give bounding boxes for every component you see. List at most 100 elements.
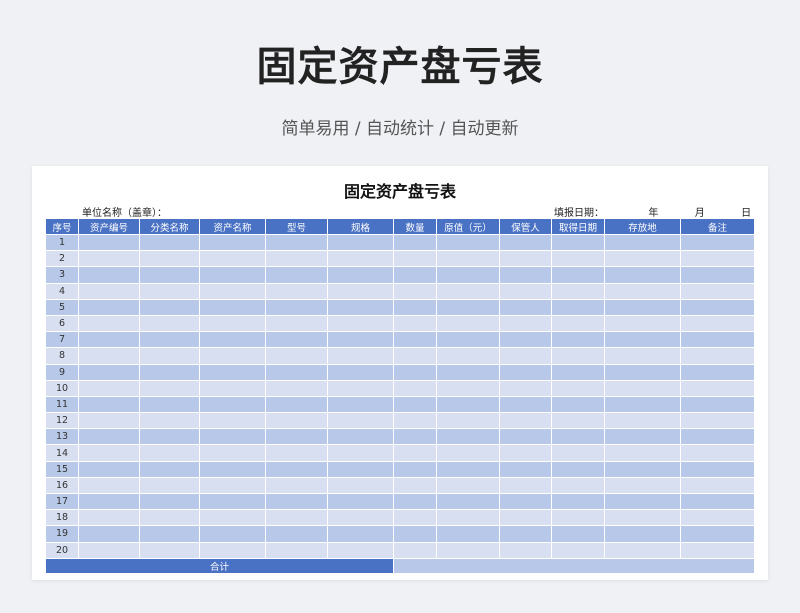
table-cell[interactable] (265, 282, 328, 300)
table-cell[interactable] (604, 395, 681, 414)
table-cell[interactable] (199, 379, 266, 397)
table-cell[interactable] (327, 266, 394, 284)
row-index-cell[interactable]: 17 (45, 492, 79, 511)
table-cell[interactable] (327, 509, 394, 527)
table-cell[interactable] (499, 541, 552, 559)
table-cell[interactable] (436, 428, 500, 446)
table-cell[interactable] (78, 525, 140, 543)
table-cell[interactable] (327, 541, 394, 559)
row-index-cell[interactable]: 18 (45, 509, 79, 527)
table-cell[interactable] (78, 282, 140, 300)
table-cell[interactable] (393, 379, 437, 397)
table-cell[interactable] (680, 509, 755, 527)
table-cell[interactable] (680, 525, 755, 543)
table-cell[interactable] (436, 541, 500, 559)
table-cell[interactable] (680, 395, 755, 414)
table-cell[interactable] (199, 347, 266, 365)
table-cell[interactable] (199, 541, 266, 559)
row-index-cell[interactable]: 8 (45, 347, 79, 365)
table-cell[interactable] (327, 331, 394, 349)
table-cell[interactable] (327, 347, 394, 365)
row-index-cell[interactable]: 7 (45, 331, 79, 349)
table-cell[interactable] (551, 525, 605, 543)
table-cell[interactable] (199, 314, 266, 333)
table-cell[interactable] (199, 331, 266, 349)
table-cell[interactable] (327, 428, 394, 446)
total-value-cell[interactable] (393, 557, 755, 574)
table-cell[interactable] (499, 363, 552, 381)
table-cell[interactable] (139, 525, 200, 543)
table-cell[interactable] (199, 412, 266, 430)
table-cell[interactable] (199, 266, 266, 284)
table-cell[interactable] (551, 233, 605, 252)
table-cell[interactable] (393, 492, 437, 511)
table-cell[interactable] (327, 233, 394, 252)
table-cell[interactable] (265, 492, 328, 511)
table-cell[interactable] (327, 525, 394, 543)
table-cell[interactable] (265, 363, 328, 381)
table-cell[interactable] (265, 233, 328, 252)
table-cell[interactable] (551, 363, 605, 381)
table-cell[interactable] (199, 298, 266, 316)
table-cell[interactable] (604, 541, 681, 559)
table-cell[interactable] (393, 509, 437, 527)
table-cell[interactable] (327, 412, 394, 430)
table-cell[interactable] (680, 460, 755, 478)
row-index-cell[interactable]: 3 (45, 266, 79, 284)
row-index-cell[interactable]: 10 (45, 379, 79, 397)
table-cell[interactable] (139, 314, 200, 333)
table-cell[interactable] (604, 331, 681, 349)
table-cell[interactable] (680, 363, 755, 381)
table-cell[interactable] (499, 444, 552, 462)
table-cell[interactable] (551, 412, 605, 430)
table-cell[interactable] (139, 347, 200, 365)
table-cell[interactable] (604, 444, 681, 462)
table-cell[interactable] (78, 233, 140, 252)
table-cell[interactable] (139, 379, 200, 397)
table-cell[interactable] (78, 347, 140, 365)
table-cell[interactable] (265, 428, 328, 446)
table-cell[interactable] (436, 282, 500, 300)
table-cell[interactable] (499, 266, 552, 284)
table-cell[interactable] (551, 428, 605, 446)
table-cell[interactable] (139, 428, 200, 446)
table-cell[interactable] (265, 412, 328, 430)
table-cell[interactable] (499, 428, 552, 446)
table-cell[interactable] (265, 476, 328, 495)
table-cell[interactable] (265, 525, 328, 543)
table-cell[interactable] (604, 233, 681, 252)
table-cell[interactable] (199, 492, 266, 511)
table-cell[interactable] (436, 476, 500, 495)
row-index-cell[interactable]: 14 (45, 444, 79, 462)
table-cell[interactable] (499, 298, 552, 316)
table-cell[interactable] (199, 509, 266, 527)
table-cell[interactable] (393, 476, 437, 495)
table-cell[interactable] (78, 379, 140, 397)
table-cell[interactable] (78, 509, 140, 527)
table-cell[interactable] (499, 233, 552, 252)
table-cell[interactable] (680, 233, 755, 252)
table-cell[interactable] (436, 444, 500, 462)
table-cell[interactable] (265, 379, 328, 397)
table-cell[interactable] (680, 541, 755, 559)
row-index-cell[interactable]: 4 (45, 282, 79, 300)
table-cell[interactable] (680, 266, 755, 284)
table-cell[interactable] (393, 428, 437, 446)
table-cell[interactable] (78, 541, 140, 559)
table-cell[interactable] (436, 460, 500, 478)
table-cell[interactable] (604, 428, 681, 446)
table-cell[interactable] (680, 250, 755, 268)
table-cell[interactable] (139, 395, 200, 414)
table-cell[interactable] (327, 476, 394, 495)
table-cell[interactable] (604, 347, 681, 365)
table-cell[interactable] (680, 476, 755, 495)
table-cell[interactable] (604, 298, 681, 316)
table-cell[interactable] (393, 460, 437, 478)
table-cell[interactable] (327, 282, 394, 300)
table-cell[interactable] (78, 444, 140, 462)
table-cell[interactable] (499, 460, 552, 478)
row-index-cell[interactable]: 1 (45, 233, 79, 252)
table-cell[interactable] (499, 314, 552, 333)
table-cell[interactable] (265, 314, 328, 333)
table-cell[interactable] (436, 233, 500, 252)
